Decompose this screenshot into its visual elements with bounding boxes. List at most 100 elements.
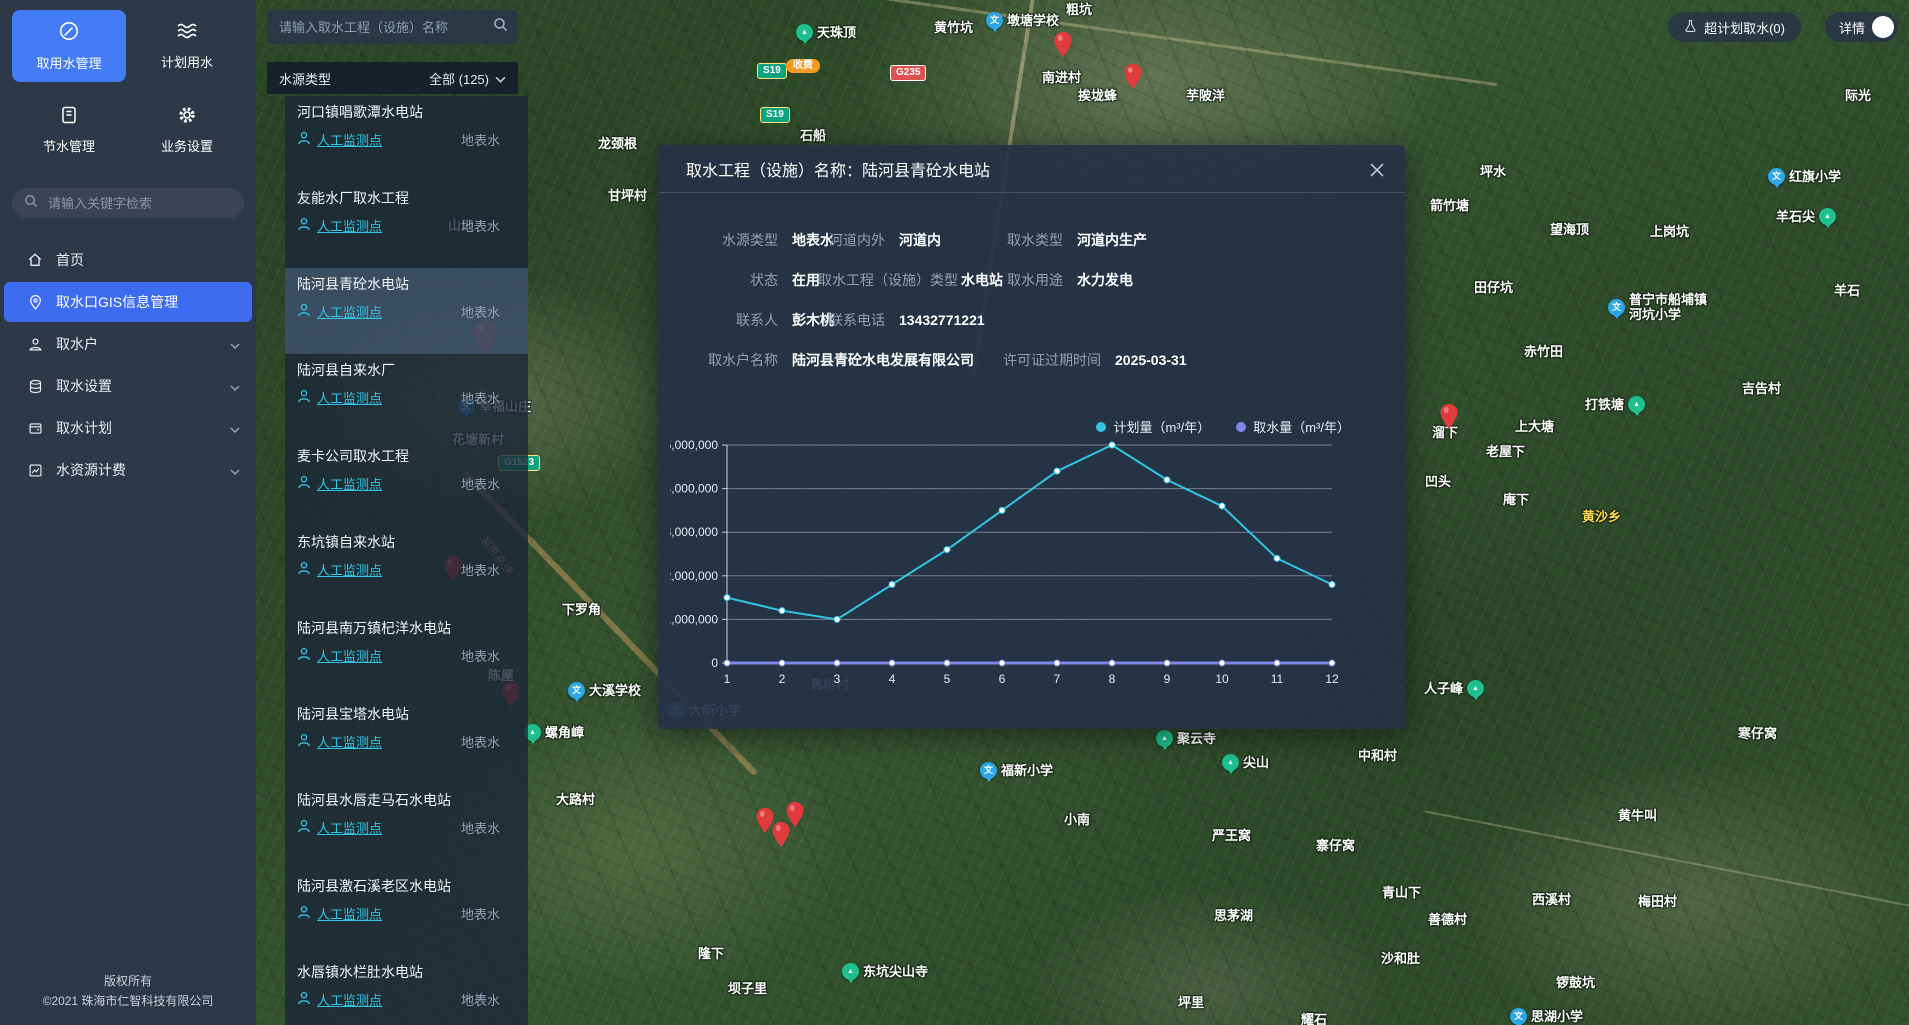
filter-value-dropdown[interactable]: 全部 (125) (429, 69, 506, 88)
map-label: 下罗角 (562, 602, 601, 617)
toggle-knob[interactable] (1872, 16, 1894, 38)
station-pin-icon[interactable] (1054, 32, 1072, 63)
user-icon (26, 335, 44, 353)
svg-text:4,000,000: 4,000,000 (670, 482, 718, 496)
water-source-type: 地表水 (461, 560, 500, 579)
map-label: 龙颈根 (598, 136, 637, 151)
person-icon (297, 303, 311, 320)
legend-item[interactable]: 取水量（m³/年） (1236, 417, 1350, 436)
map-label: 善德村 (1428, 912, 1467, 927)
person-icon (297, 131, 311, 148)
field-label: 许可证过期时间 (1003, 350, 1101, 370)
svg-text:6: 6 (999, 672, 1006, 686)
station-pin-icon[interactable] (1440, 404, 1458, 435)
database-icon (26, 377, 44, 395)
module-planned-water-use[interactable]: 计划用水 (130, 10, 244, 82)
mountain-icon: ▲ (842, 963, 859, 980)
menu-item-water-resource-billing[interactable]: 水资源计费 (4, 450, 252, 490)
field-value: 在用 (792, 270, 820, 290)
map-label: 梅田村 (1638, 894, 1677, 909)
map-label: 南进村 (1042, 70, 1081, 85)
map-label: 田仔坑 (1474, 280, 1513, 295)
station-list-item[interactable]: 陆河县水唇走马石水电站 人工监测点 地表水 (285, 784, 528, 870)
map-label: 赤竹田 (1524, 344, 1563, 359)
map-label: 黄牛叫 (1618, 808, 1657, 823)
map-label: 箭竹塘 (1430, 198, 1469, 213)
svg-text:11: 11 (1271, 672, 1284, 686)
station-list-item[interactable]: 水唇镇水栏肚水电站 人工监测点 地表水 (285, 956, 528, 1025)
water-source-type: 地表水 (461, 302, 500, 321)
water-source-type: 地表水 (461, 646, 500, 665)
mountain-icon: ▲ (1467, 680, 1484, 697)
menu-item-water-users[interactable]: 取水户 (4, 324, 252, 364)
over-plan-intake-button[interactable]: 超计划取水(0) (1668, 12, 1801, 42)
station-search-input[interactable] (277, 19, 493, 36)
chevron-down-icon (230, 462, 240, 478)
menu-item-intake-gis-management[interactable]: 取水口GIS信息管理 (4, 282, 252, 322)
module-water-saving-management[interactable]: 节水管理 (12, 94, 126, 166)
station-list-item[interactable]: 陆河县青砼水电站 人工监测点 地表水 (285, 268, 528, 354)
svg-text:2: 2 (779, 672, 786, 686)
svg-text:3: 3 (834, 672, 841, 686)
road-badge: S19 (757, 63, 787, 79)
water-source-type: 地表水 (461, 904, 500, 923)
station-pin-icon[interactable] (786, 802, 804, 833)
module-water-intake-management[interactable]: 取用水管理 (12, 10, 126, 82)
map-label: 黄沙乡 (1582, 509, 1621, 524)
map-label: 粗坑 (1066, 2, 1092, 17)
map-label: 吉告村 (1742, 381, 1781, 396)
map-label: 寨仔窝 (1316, 838, 1355, 853)
mountain-icon: ▲ (1222, 754, 1239, 771)
map-label: 坪水 (1480, 164, 1506, 179)
station-list-item[interactable]: 陆河县南万镇杞洋水电站 人工监测点 地表水 (285, 612, 528, 698)
map-label: 挨垅蜂 (1078, 88, 1117, 103)
app-window: 黄竹坑▲天珠顶文墩塘学校粗坑南进村挨垅蜂芋陂洋际光石船龙颈根甘坪村山口坪水箭竹塘… (0, 0, 1909, 1025)
school-icon: 文 (568, 682, 585, 699)
copyright: 版权所有 ©2021 珠海市仁智科技有限公司 (0, 971, 256, 1011)
map-label: 文墩塘学校 (986, 12, 1059, 29)
close-icon[interactable] (1367, 160, 1387, 180)
field-label: 联系电话 (818, 310, 885, 330)
map-label: 坝子里 (728, 981, 767, 996)
map-label: 坪里 (1178, 995, 1204, 1010)
station-name: 陆河县激石溪老区水电站 (297, 876, 500, 896)
svg-text:5: 5 (944, 672, 951, 686)
detail-toggle[interactable]: 详情 (1825, 12, 1898, 42)
sidebar-search-input[interactable] (46, 195, 232, 212)
map-label: 人子峰▲ (1424, 680, 1484, 697)
map-label: 隆下 (698, 946, 724, 961)
station-list-item[interactable]: 陆河县宝塔水电站 人工监测点 地表水 (285, 698, 528, 784)
person-icon (297, 733, 311, 750)
search-icon[interactable] (493, 17, 508, 37)
svg-text:3,000,000: 3,000,000 (670, 525, 718, 539)
menu-item-intake-plan[interactable]: 取水计划 (4, 408, 252, 448)
monitor-type: 人工监测点 (297, 904, 382, 923)
station-list-item[interactable]: 陆河县自来水厂 人工监测点 地表水 (285, 354, 528, 440)
station-list-item[interactable]: 陆河县激石溪老区水电站 人工监测点 地表水 (285, 870, 528, 956)
station-pin-icon[interactable] (1124, 64, 1142, 95)
person-icon (297, 819, 311, 836)
menu-item-intake-settings[interactable]: 取水设置 (4, 366, 252, 406)
module-business-settings[interactable]: 业务设置 (130, 94, 244, 166)
sidebar-search[interactable] (12, 188, 244, 218)
map-label: ▲尖山 (1222, 754, 1269, 771)
map-label: 打铁塘▲ (1585, 396, 1645, 413)
station-list-item[interactable]: 友能水厂取水工程 人工监测点 地表水 (285, 182, 528, 268)
map-label: 羊石尖▲ (1776, 208, 1836, 225)
road-badge: S19 (760, 107, 790, 123)
monitor-type: 人工监测点 (297, 818, 382, 837)
legend-item[interactable]: 计划量（m³/年） (1096, 417, 1210, 436)
billing-icon (26, 461, 44, 479)
station-list-item[interactable]: 东坑镇自来水站 人工监测点 地表水 (285, 526, 528, 612)
station-list-item[interactable]: 麦卡公司取水工程 人工监测点 地表水 (285, 440, 528, 526)
chevron-down-icon (230, 378, 240, 394)
menu-item-home[interactable]: 首页 (4, 240, 252, 280)
monitor-type: 人工监测点 (297, 130, 382, 149)
map-label: 青山下 (1382, 885, 1421, 900)
station-search[interactable] (267, 10, 518, 44)
station-list-item[interactable]: 河口镇唱歌潭水电站 人工监测点 地表水 (285, 96, 528, 182)
legend-dot (1096, 422, 1106, 432)
map-label: 老屋下 (1486, 444, 1525, 459)
map-label: 大路村 (556, 792, 595, 807)
field-label: 河道内外 (818, 230, 885, 250)
